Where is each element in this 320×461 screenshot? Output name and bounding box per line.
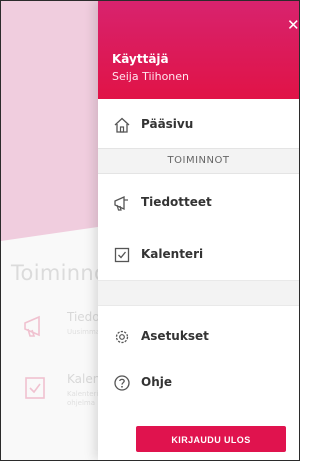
menu-item-label: Ohje	[141, 375, 172, 389]
drawer-header: ✕ Käyttäjä Seija Tiihonen	[98, 1, 299, 99]
logout-button[interactable]: KIRJAUDU ULOS	[136, 426, 286, 452]
close-icon[interactable]: ✕	[287, 17, 299, 33]
section-header-toiminnot: TOIMINNOT	[98, 148, 299, 174]
calendar-check-icon	[114, 247, 130, 263]
user-name: Seija Tiihonen	[112, 70, 190, 83]
menu-item-kalenteri[interactable]: Kalenteri	[98, 235, 299, 275]
help-icon	[114, 375, 130, 391]
menu-item-label: Asetukset	[141, 329, 209, 343]
megaphone-icon	[114, 195, 128, 211]
menu-item-label: Pääsivu	[141, 117, 194, 131]
menu-item-tiedotteet[interactable]: Tiedotteet	[98, 183, 299, 223]
menu-item-home[interactable]: Pääsivu	[98, 105, 299, 145]
menu-item-asetukset[interactable]: Asetukset	[98, 317, 299, 357]
menu-item-ohje[interactable]: Ohje	[98, 363, 299, 403]
gear-icon	[115, 330, 129, 344]
menu-item-label: Tiedotteet	[141, 195, 212, 209]
menu-divider	[98, 280, 299, 306]
navigation-drawer: ✕ Käyttäjä Seija Tiihonen Pääsivu TOIMIN…	[98, 1, 299, 460]
home-icon	[114, 117, 130, 133]
user-label: Käyttäjä	[112, 52, 169, 66]
app-frame: Toiminnot Tiedotteet Uusimmat Kalenteri …	[0, 0, 300, 461]
menu-item-label: Kalenteri	[141, 247, 204, 261]
